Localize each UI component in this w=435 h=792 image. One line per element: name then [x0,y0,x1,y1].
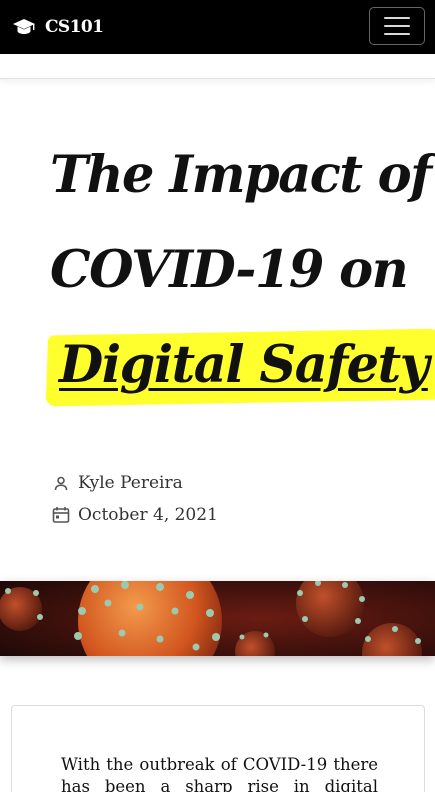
date-meta: October 4, 2021 [52,505,218,525]
hamburger-menu-icon [384,17,410,19]
top-navbar: CS101 [0,0,435,54]
brand-name: CS101 [45,17,104,37]
publish-date: October 4, 2021 [78,505,218,525]
graduation-cap-icon [12,15,36,39]
title-line-3: Digital Safety [50,318,429,413]
article-title: The Impact of COVID-19 on Digital Safety [50,128,432,413]
secondary-bar [0,54,435,79]
person-icon [52,474,70,492]
article-body-card: With the outbreak of COVID-19 there has … [11,705,425,792]
article-intro-paragraph: With the outbreak of COVID-19 there has … [61,755,378,792]
title-highlight: Digital Safety [47,318,435,413]
calendar-icon [52,506,70,524]
author-name: Kyle Pereira [78,473,183,493]
title-line-1: The Impact of [50,145,432,205]
author-meta: Kyle Pereira [52,473,183,493]
coronavirus-banner-image [0,581,435,656]
title-line-2: COVID-19 on [50,240,409,300]
menu-toggle-button[interactable] [369,7,425,45]
brand-link[interactable]: CS101 [12,14,104,40]
title-highlight-text: Digital Safety [59,335,429,395]
